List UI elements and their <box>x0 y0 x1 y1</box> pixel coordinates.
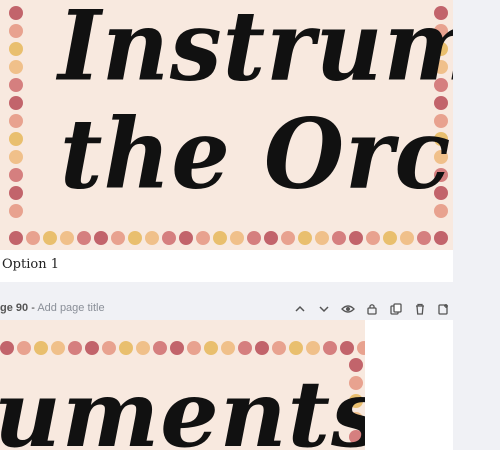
decorative-dot <box>434 231 448 245</box>
editor-canvas: Instrument the Orchest Option 1 ge 90 - … <box>0 0 500 450</box>
eye-icon[interactable] <box>339 300 357 318</box>
page-label: ge 90 - Add page title <box>0 302 105 314</box>
decorative-dot <box>9 60 23 74</box>
add-page-title-input[interactable]: Add page title <box>37 302 104 314</box>
page-header: ge 90 - Add page title <box>0 298 453 320</box>
decorative-dot <box>255 341 269 355</box>
page-90[interactable]: uments of <box>0 320 453 450</box>
chevron-up-icon[interactable] <box>291 300 309 318</box>
page-toolbar <box>291 300 453 318</box>
add-page-icon[interactable] <box>435 300 453 318</box>
decorative-dot <box>85 341 99 355</box>
decorative-dot <box>170 341 184 355</box>
lock-icon[interactable] <box>363 300 381 318</box>
decorative-dot <box>323 341 337 355</box>
decorative-dot <box>43 231 57 245</box>
page-artwork[interactable]: Instrument the Orchest <box>0 0 453 250</box>
decorative-dot <box>17 341 31 355</box>
page-caption[interactable]: Option 1 <box>2 257 59 272</box>
decorative-dot <box>417 231 431 245</box>
decorative-dot <box>153 341 167 355</box>
decorative-dot <box>145 231 159 245</box>
decorative-dot <box>9 78 23 92</box>
decorative-dot <box>238 341 252 355</box>
decorative-dot <box>213 231 227 245</box>
decorative-dot <box>9 96 23 110</box>
decorative-dot <box>289 341 303 355</box>
decorative-dot <box>281 231 295 245</box>
decorative-dot <box>26 231 40 245</box>
decorative-dot <box>315 231 329 245</box>
decorative-dot <box>9 204 23 218</box>
decorative-dot <box>9 42 23 56</box>
decorative-dot <box>272 341 286 355</box>
decorative-dot <box>9 6 23 20</box>
chevron-down-icon[interactable] <box>315 300 333 318</box>
decorative-dot <box>332 231 346 245</box>
decorative-dot <box>204 341 218 355</box>
decorative-dot <box>400 231 414 245</box>
decorative-dot <box>51 341 65 355</box>
scroll-gutter <box>453 0 500 450</box>
decorative-dot <box>357 341 365 355</box>
artwork-title-line-1[interactable]: uments of <box>0 360 365 450</box>
decorative-dot <box>187 341 201 355</box>
decorative-dot <box>196 231 210 245</box>
decorative-dot <box>0 341 14 355</box>
page-89[interactable]: Instrument the Orchest Option 1 <box>0 0 453 282</box>
decorative-dot <box>136 341 150 355</box>
decorative-dot <box>340 341 354 355</box>
decorative-dot <box>230 231 244 245</box>
decorative-dot <box>247 231 261 245</box>
decorative-dot <box>298 231 312 245</box>
decorative-dot <box>9 168 23 182</box>
trash-icon[interactable] <box>411 300 429 318</box>
artwork-title-line-1[interactable]: Instrument <box>58 0 453 103</box>
decorative-dot <box>119 341 133 355</box>
decorative-dot <box>306 341 320 355</box>
decorative-dot <box>179 231 193 245</box>
page-number: ge 90 <box>0 302 29 314</box>
decorative-dot <box>221 341 235 355</box>
decorative-dot <box>128 231 142 245</box>
decorative-dot <box>383 231 397 245</box>
decorative-dot <box>162 231 176 245</box>
decorative-dot <box>9 231 23 245</box>
artwork-title-line-2[interactable]: the Orchest <box>60 97 453 210</box>
decorative-dot <box>9 186 23 200</box>
decorative-dot <box>349 231 363 245</box>
page-label-separator: - <box>28 302 38 314</box>
decorative-dot <box>264 231 278 245</box>
decorative-dot <box>9 114 23 128</box>
decorative-dot <box>77 231 91 245</box>
decorative-dot <box>9 132 23 146</box>
decorative-dot <box>111 231 125 245</box>
decorative-dot <box>102 341 116 355</box>
decorative-dot <box>9 150 23 164</box>
decorative-dot <box>68 341 82 355</box>
decorative-dot <box>9 24 23 38</box>
duplicate-icon[interactable] <box>387 300 405 318</box>
decorative-dot <box>34 341 48 355</box>
page-artwork[interactable]: uments of <box>0 320 365 450</box>
decorative-dot <box>60 231 74 245</box>
decorative-dot <box>94 231 108 245</box>
decorative-dot <box>366 231 380 245</box>
